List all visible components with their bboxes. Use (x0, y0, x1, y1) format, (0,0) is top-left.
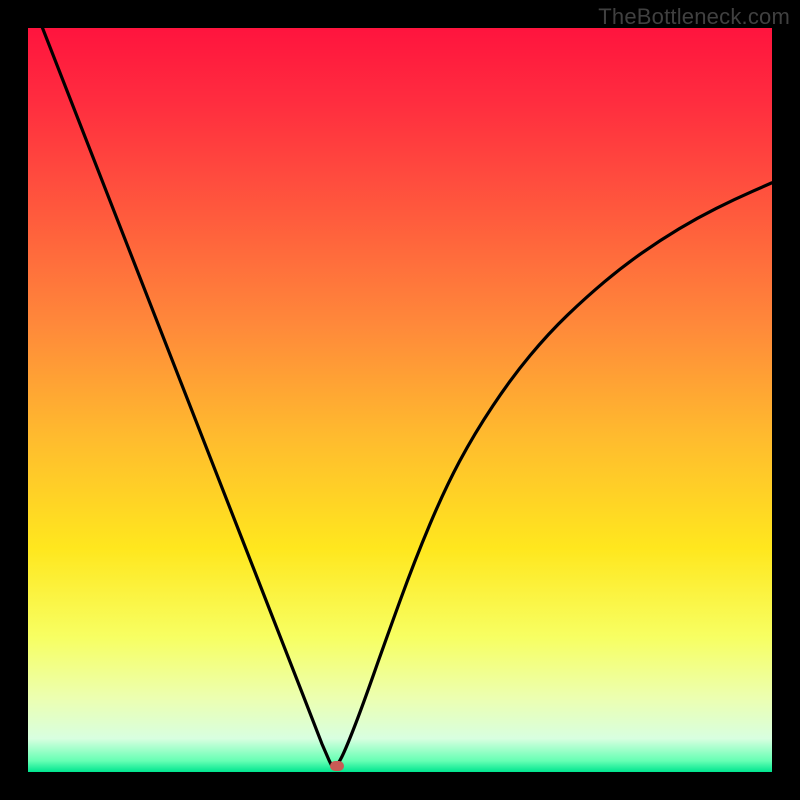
minimum-marker (330, 761, 344, 771)
bottleneck-curve (28, 28, 772, 772)
chart-area (28, 28, 772, 772)
attribution-text: TheBottleneck.com (598, 4, 790, 30)
